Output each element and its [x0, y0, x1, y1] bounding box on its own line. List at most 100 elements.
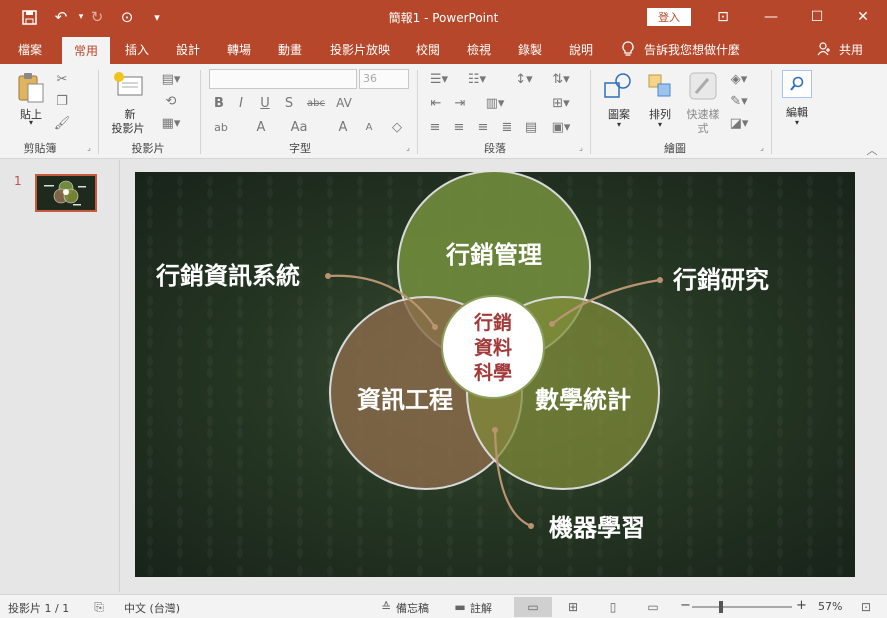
increase-font-icon[interactable]: A — [334, 118, 352, 136]
underline-icon[interactable]: U — [256, 94, 274, 112]
customize-toolbar-icon[interactable]: ▾ — [146, 7, 168, 27]
shapes-dropdown-icon[interactable]: ▾ — [612, 120, 626, 129]
maximize-button[interactable]: ☐ — [794, 0, 840, 34]
tab-home[interactable]: 常用 — [62, 37, 110, 64]
notes-icon[interactable]: ≙ — [378, 597, 394, 617]
zoom-level[interactable]: 57% — [818, 600, 842, 613]
line-spacing-icon[interactable]: ↕▾ — [510, 70, 538, 88]
collapse-ribbon-icon[interactable]: ︿ — [864, 144, 880, 157]
zoom-slider[interactable] — [692, 601, 792, 613]
section-icon[interactable]: ▦▾ — [158, 114, 184, 132]
character-spacing-icon[interactable]: AV — [332, 94, 356, 112]
comments-button[interactable]: 註解 — [470, 600, 492, 616]
tab-animations[interactable]: 動畫 — [267, 34, 313, 64]
tab-view[interactable]: 檢視 — [456, 34, 502, 64]
tab-help[interactable]: 說明 — [558, 34, 604, 64]
zoom-out-button[interactable]: − — [680, 598, 691, 613]
language-indicator[interactable]: 中文 (台灣) — [124, 600, 180, 616]
tab-file[interactable]: 檔案 — [6, 34, 54, 64]
tab-record[interactable]: 錄製 — [507, 34, 553, 64]
undo-icon[interactable]: ↶ — [50, 7, 72, 27]
bold-icon[interactable]: B — [210, 94, 228, 112]
tab-insert[interactable]: 插入 — [114, 34, 160, 64]
slide-counter[interactable]: 投影片 1 / 1 — [8, 600, 69, 616]
align-center-icon[interactable]: ≡ — [450, 118, 468, 136]
find-icon[interactable] — [782, 70, 812, 98]
layout-icon[interactable]: ▤▾ — [158, 70, 184, 88]
increase-indent-icon[interactable]: ⇥ — [450, 94, 470, 112]
slide-canvas[interactable]: 行銷管理 資訊工程 數學統計 行銷 資料 科學 行銷資訊系統 行銷研究 機器學習 — [135, 172, 855, 577]
arrange-icon[interactable] — [645, 70, 675, 102]
present-from-start-icon[interactable]: ⊙ — [116, 7, 138, 27]
clear-formatting-icon[interactable]: ◇ — [388, 118, 406, 136]
notes-button[interactable]: 備忘稿 — [396, 600, 429, 616]
slide-sorter-icon[interactable]: ⊞ — [558, 597, 588, 617]
font-name-combo[interactable] — [209, 69, 357, 89]
save-icon[interactable] — [18, 7, 40, 27]
redo-icon[interactable]: ↻ — [86, 7, 108, 27]
ribbon-display-options-icon[interactable]: ⊡ — [700, 0, 746, 34]
sign-in-button[interactable]: 登入 — [647, 8, 691, 26]
zoom-in-button[interactable]: + — [796, 598, 807, 613]
new-slide-icon[interactable] — [112, 70, 146, 100]
arrange-dropdown-icon[interactable]: ▾ — [653, 120, 667, 129]
change-case-icon[interactable]: Aa — [286, 118, 312, 136]
shape-effects-icon[interactable]: ◪▾ — [726, 114, 752, 132]
justify-icon[interactable]: ≣ — [498, 118, 516, 136]
paste-dropdown-icon[interactable]: ▾ — [24, 118, 38, 127]
share-button[interactable]: 共用 — [834, 34, 868, 64]
font-size-combo[interactable]: 36 — [359, 69, 409, 89]
slideshow-view-icon[interactable]: ▭ — [638, 597, 668, 617]
align-text-icon[interactable]: ⊞▾ — [546, 94, 576, 112]
text-direction-icon[interactable]: ⇅▾ — [546, 70, 576, 88]
paste-icon[interactable] — [16, 70, 46, 104]
share-icon[interactable] — [814, 34, 834, 64]
label-data-science-line1: 行銷 — [473, 311, 512, 334]
shape-fill-icon[interactable]: ◈▾ — [726, 70, 752, 88]
zoom-slider-thumb[interactable] — [718, 601, 723, 613]
normal-view-icon[interactable]: ▭ — [514, 597, 552, 617]
italic-icon[interactable]: I — [232, 94, 250, 112]
distributed-icon[interactable]: ▤ — [522, 118, 540, 136]
decrease-font-icon[interactable]: A — [360, 118, 378, 136]
clipboard-launcher-icon[interactable]: ⌟ — [84, 142, 94, 152]
decrease-indent-icon[interactable]: ⇤ — [426, 94, 446, 112]
font-launcher-icon[interactable]: ⌟ — [403, 142, 413, 152]
font-group-label: 字型 — [289, 142, 311, 155]
shape-outline-icon[interactable]: ✎▾ — [726, 92, 752, 110]
comments-icon[interactable]: ▬ — [452, 597, 468, 617]
tab-slideshow[interactable]: 投影片放映 — [318, 34, 402, 64]
fit-to-window-icon[interactable]: ⊡ — [856, 597, 876, 617]
bullets-icon[interactable]: ☰▾ — [426, 70, 452, 88]
smartart-convert-icon[interactable]: ▣▾ — [546, 118, 576, 136]
quick-styles-line2[interactable]: 式 — [682, 120, 724, 136]
lightbulb-icon[interactable] — [616, 34, 640, 64]
align-right-icon[interactable]: ≡ — [474, 118, 492, 136]
accessibility-icon[interactable]: ⎘ — [90, 597, 108, 617]
minimize-button[interactable]: — — [748, 0, 794, 34]
close-button[interactable]: ✕ — [840, 0, 886, 34]
quick-styles-icon[interactable] — [687, 70, 719, 102]
editing-dropdown-icon[interactable]: ▾ — [790, 118, 804, 127]
reading-view-icon[interactable]: ▯ — [598, 597, 628, 617]
drawing-launcher-icon[interactable]: ⌟ — [757, 142, 767, 152]
columns-icon[interactable]: ▥▾ — [482, 94, 508, 112]
cut-icon[interactable]: ✂ — [53, 70, 71, 88]
tab-design[interactable]: 設計 — [165, 34, 211, 64]
tab-transitions[interactable]: 轉場 — [216, 34, 262, 64]
font-color-icon[interactable]: A — [250, 118, 272, 136]
slide-thumbnail[interactable] — [35, 174, 97, 212]
new-slide-line2[interactable]: 投影片 — [104, 120, 152, 136]
text-highlight-icon[interactable]: ab — [208, 118, 234, 136]
tell-me-search[interactable]: 告訴我您想做什麼 — [644, 34, 752, 64]
shadow-icon[interactable]: S — [280, 94, 298, 112]
strikethrough-icon[interactable]: abc — [304, 94, 328, 112]
numbering-icon[interactable]: ☷▾ — [464, 70, 490, 88]
align-left-icon[interactable]: ≡ — [426, 118, 444, 136]
shapes-icon[interactable] — [602, 70, 634, 102]
reset-icon[interactable]: ⟲ — [158, 92, 184, 110]
paragraph-launcher-icon[interactable]: ⌟ — [576, 142, 586, 152]
format-painter-icon[interactable]: 🖌 — [53, 114, 71, 132]
copy-icon[interactable]: ❐ — [53, 92, 71, 110]
tab-review[interactable]: 校閱 — [406, 34, 450, 64]
